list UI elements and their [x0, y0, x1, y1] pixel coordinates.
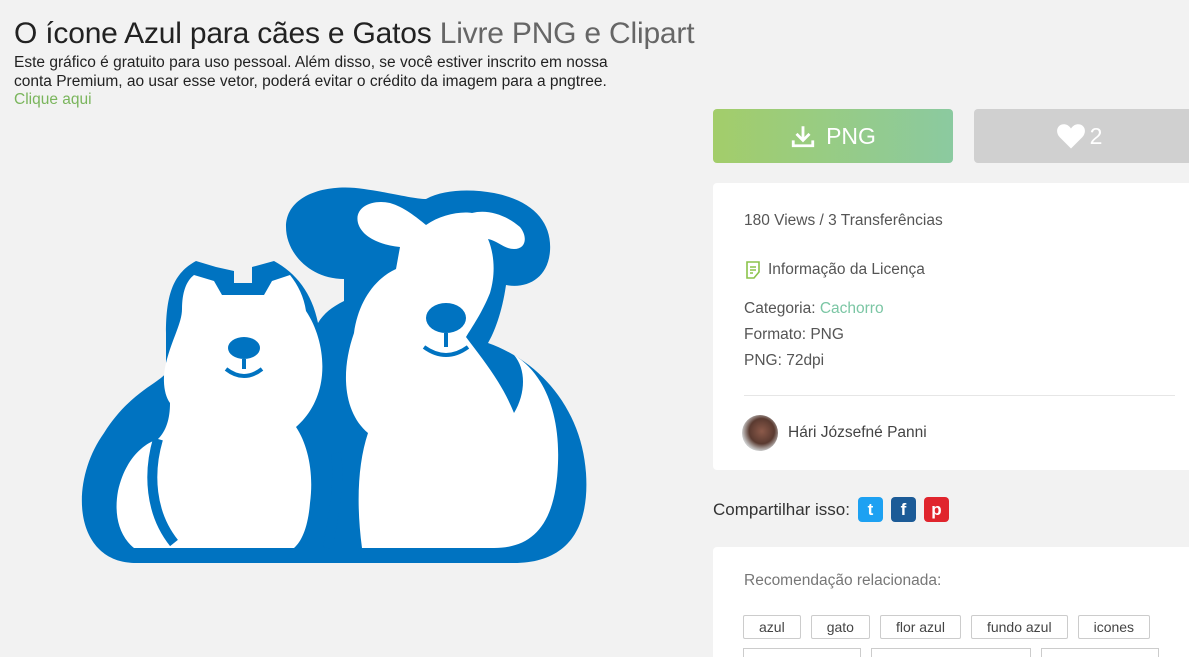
title-main: O ícone Azul para cães e Gatos	[14, 17, 432, 50]
page-title: O ícone Azul para cães e Gatos Livre PNG…	[14, 17, 695, 51]
click-here-link[interactable]: Clique aqui	[14, 91, 92, 108]
facebook-icon[interactable]: f	[891, 497, 916, 522]
title-sub: Livre PNG e Clipart	[439, 17, 695, 50]
license-label: Informação da Licença	[768, 261, 925, 278]
twitter-glyph: t	[867, 499, 874, 519]
author-name[interactable]: Hári Józsefné Panni	[788, 424, 927, 442]
license-info[interactable]: Informação da Licença	[744, 261, 925, 279]
description: Este gráfico é gratuito para uso pessoal…	[14, 54, 624, 110]
like-count: 2	[1089, 122, 1103, 149]
category-label: Categoria:	[744, 300, 816, 317]
preview-image	[44, 111, 624, 641]
author[interactable]: Hári Józsefné Panni	[742, 415, 927, 451]
share-label: Compartilhar isso:	[713, 499, 850, 519]
description-text: Este gráfico é gratuito para uso pessoal…	[14, 54, 608, 90]
tag-fundo-azul[interactable]: fundo azul	[970, 615, 1068, 639]
license-icon	[746, 261, 760, 279]
tag-partial[interactable]	[743, 648, 861, 657]
download-icon	[791, 126, 815, 148]
avatar[interactable]	[742, 415, 778, 451]
stats-text: 180 Views / 3 Transferências	[744, 212, 943, 229]
tag-gato[interactable]: gato	[810, 615, 870, 639]
download-label: PNG	[826, 122, 876, 149]
tag-partial[interactable]	[871, 648, 1031, 657]
resolution-text: PNG: 72dpi	[744, 352, 825, 369]
category-link[interactable]: Cachorro	[820, 300, 884, 317]
tag-partial[interactable]	[1041, 648, 1159, 657]
divider	[744, 395, 1175, 396]
recommendation-panel: Recomendação relacionada: azul gato flor…	[713, 547, 1189, 657]
tag-flor-azul[interactable]: flor azul	[879, 615, 961, 639]
info-panel: 180 Views / 3 Transferências Informação …	[713, 183, 1189, 470]
format-text: Formato: PNG	[744, 326, 844, 343]
tag-list-second-row	[743, 648, 1159, 657]
like-button[interactable]: 2	[974, 109, 1189, 163]
recommendation-label: Recomendação relacionada:	[744, 572, 942, 589]
twitter-icon[interactable]: t	[858, 497, 883, 522]
download-png-button[interactable]: PNG	[713, 109, 953, 163]
heart-icon	[1056, 124, 1085, 149]
tag-azul[interactable]: azul	[743, 615, 801, 639]
facebook-glyph: f	[900, 499, 907, 519]
share-bar: Compartilhar isso: t f p	[713, 497, 949, 522]
pinterest-icon[interactable]: p	[924, 497, 949, 522]
category-row: Categoria: Cachorro	[744, 300, 884, 318]
tag-list: azul gato flor azul fundo azul icones	[743, 615, 1151, 639]
dog-cat-logo	[81, 187, 587, 563]
pinterest-glyph: p	[931, 499, 942, 519]
tag-icones[interactable]: icones	[1077, 615, 1151, 639]
